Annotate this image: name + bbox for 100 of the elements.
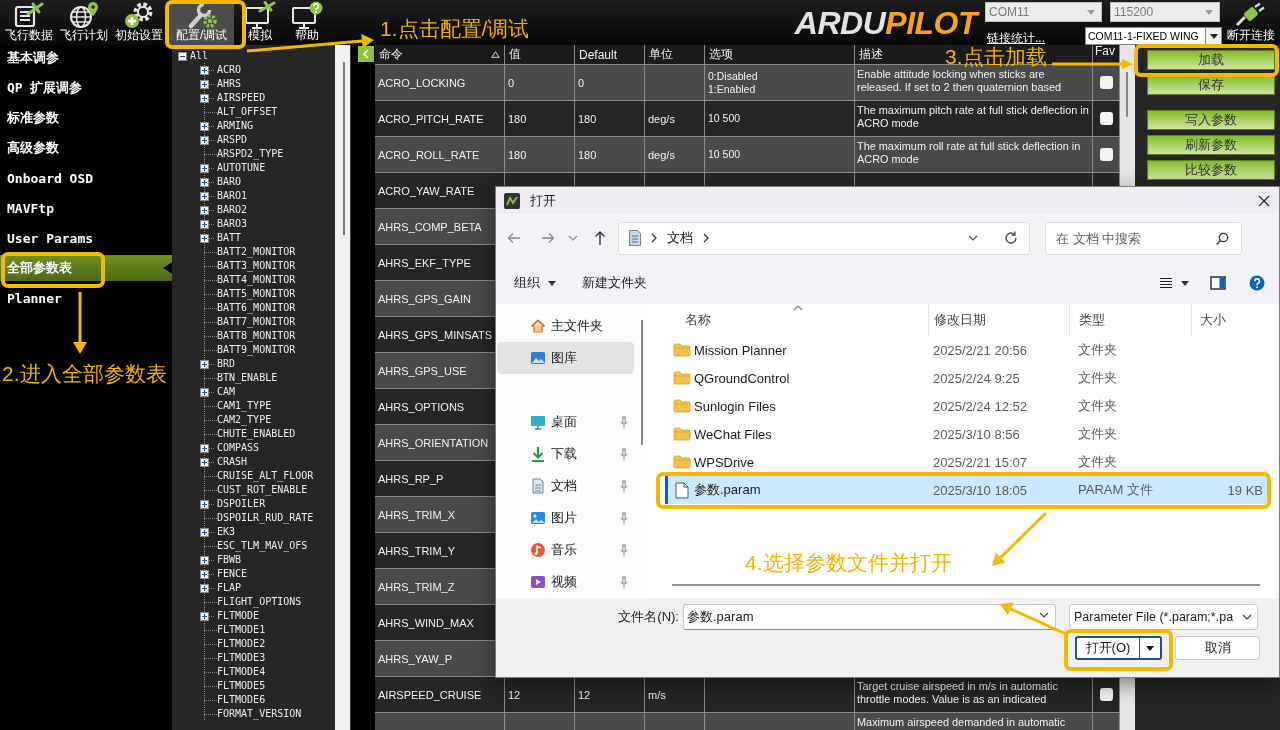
refresh-icon[interactable] — [1003, 230, 1019, 246]
preview-pane-icon[interactable] — [1210, 276, 1226, 290]
tree-item[interactable]: CRASH — [217, 455, 248, 469]
tree-item[interactable]: ACRO — [217, 63, 242, 77]
tree-item[interactable]: CAM — [217, 385, 236, 399]
nav-item[interactable]: 下载 — [497, 438, 634, 470]
action-button[interactable]: 比较参数 — [1147, 160, 1275, 180]
expand-icon[interactable] — [200, 177, 209, 187]
search-icon[interactable] — [1215, 231, 1229, 246]
tree-item[interactable]: FLIGHT_OPTIONS — [217, 595, 302, 609]
nav-item[interactable]: 图片 — [497, 502, 634, 534]
action-button[interactable]: 刷新参数 — [1147, 135, 1275, 155]
column-header[interactable]: 大小 — [1191, 304, 1268, 336]
favorite-checkbox[interactable] — [1099, 688, 1113, 701]
tree-item[interactable]: FLAP — [217, 581, 242, 595]
tree-item[interactable]: CHUTE_ENABLED — [217, 427, 296, 441]
expand-icon[interactable] — [200, 527, 209, 537]
pin-icon[interactable] — [618, 416, 630, 428]
tree-item[interactable]: BARO3 — [217, 217, 248, 231]
toolbar-button[interactable]: 飞行计划 — [59, 0, 109, 45]
link-stats-link[interactable]: 链接统计... — [985, 31, 1045, 45]
tree-item[interactable]: BATT9_MONITOR — [217, 343, 296, 357]
action-button[interactable]: 写入参数 — [1147, 110, 1275, 130]
file-type-dropdown[interactable]: Parameter File (*.param;*.pa — [1069, 604, 1258, 630]
tree-item[interactable]: BATT8_MONITOR — [217, 329, 296, 343]
tree-item[interactable]: FLTMODE4 — [217, 665, 266, 679]
tree-item[interactable]: FLTMODE — [217, 609, 260, 623]
expand-icon[interactable] — [200, 569, 209, 579]
scrollbar[interactable] — [335, 45, 350, 730]
address-bar[interactable]: 文档 — [618, 221, 1030, 255]
forward-icon[interactable] — [540, 230, 556, 246]
tree-item[interactable]: DSPOILER — [217, 497, 266, 511]
scrollbar-thumb[interactable] — [1126, 72, 1128, 117]
sidebar-item[interactable]: MAVFtp — [0, 195, 172, 221]
new-folder-button[interactable]: 新建文件夹 — [582, 274, 647, 292]
chevron-down-icon[interactable] — [968, 235, 978, 241]
breadcrumb-item[interactable]: 文档 — [667, 229, 693, 247]
open-options-button[interactable] — [1140, 636, 1162, 660]
tree-item[interactable]: ALT_OFFSET — [217, 105, 278, 119]
column-header[interactable]: 修改日期 — [928, 304, 1069, 336]
pin-icon[interactable] — [618, 448, 630, 460]
file-row[interactable]: Mission Planner 2025/2/21 20:56 文件夹 — [665, 336, 1268, 364]
organize-button[interactable]: 组织 — [514, 274, 556, 292]
nav-item[interactable]: 主文件夹 — [497, 310, 634, 342]
expand-icon[interactable] — [200, 219, 209, 229]
tree-item[interactable]: CUST_ROT_ENABLE — [217, 483, 308, 497]
sidebar-item[interactable]: 基本调参 — [0, 45, 172, 71]
disconnect-button[interactable]: 断开连接 — [1222, 0, 1280, 45]
tree-item[interactable]: CAM1_TYPE — [217, 399, 272, 413]
expand-icon[interactable] — [200, 457, 209, 467]
tree-item[interactable]: ARSPD2_TYPE — [217, 147, 284, 161]
sidebar-item[interactable]: 标准参数 — [0, 105, 172, 131]
expand-icon[interactable] — [200, 93, 209, 103]
tree-item[interactable]: BATT3_MONITOR — [217, 259, 296, 273]
nav-item[interactable]: 文档 — [497, 470, 634, 502]
port-dropdown[interactable]: COM11 — [985, 2, 1102, 22]
tree-item[interactable]: FLTMODE6 — [217, 693, 266, 707]
column-header[interactable]: 名称 — [665, 304, 928, 336]
sidebar-item[interactable]: Planner — [0, 285, 172, 311]
toolbar-button[interactable]: 模拟 — [239, 0, 282, 45]
tree-item[interactable]: EK3 — [217, 525, 236, 539]
column-header[interactable]: 命令 — [375, 45, 505, 64]
action-button[interactable]: 保存 — [1147, 75, 1275, 95]
tree-item[interactable]: ARSPD — [217, 133, 248, 147]
tree-item[interactable]: AHRS — [217, 77, 242, 91]
tree-item[interactable]: CAM2_TYPE — [217, 413, 272, 427]
up-arrow-icon[interactable] — [594, 230, 606, 246]
tree-item[interactable]: FLTMODE1 — [217, 623, 266, 637]
pin-icon[interactable] — [618, 576, 630, 588]
scrollbar-thumb[interactable] — [672, 584, 1260, 586]
expand-icon[interactable] — [200, 443, 209, 453]
help-icon[interactable] — [1249, 275, 1265, 291]
expand-icon[interactable] — [200, 65, 209, 75]
expand-icon[interactable] — [200, 205, 209, 215]
nav-item[interactable]: 图库 — [497, 342, 634, 374]
sidebar-item[interactable]: Onboard OSD — [0, 165, 172, 191]
column-header[interactable]: 值 — [505, 45, 575, 64]
tree-item[interactable]: BATT4_MONITOR — [217, 273, 296, 287]
close-icon[interactable] — [1258, 194, 1270, 207]
favorite-checkbox[interactable] — [1099, 76, 1113, 89]
column-header[interactable]: 选项 — [705, 45, 855, 64]
tree-item[interactable]: BATT — [217, 231, 242, 245]
expand-icon[interactable] — [200, 135, 209, 145]
expand-icon[interactable] — [200, 387, 209, 397]
tree-item[interactable]: FLTMODE2 — [217, 637, 266, 651]
file-row[interactable]: WPSDrive 2025/2/21 15:07 文件夹 — [665, 448, 1268, 476]
toolbar-button[interactable]: 初始设置 — [114, 0, 164, 45]
tree-item[interactable]: FLTMODE5 — [217, 679, 266, 693]
tree-item[interactable]: BATT6_MONITOR — [217, 301, 296, 315]
tree-item[interactable]: ESC_TLM_MAV_OFS — [217, 539, 308, 553]
tree-item[interactable]: FLTMODE3 — [217, 651, 266, 665]
tree-item[interactable]: BTN_ENABLE — [217, 371, 278, 385]
tree-item[interactable]: FENCE — [217, 567, 248, 581]
pin-icon[interactable] — [618, 480, 630, 492]
tree-item[interactable]: CRUISE_ALT_FLOOR — [217, 469, 314, 483]
sidebar-item[interactable]: QP 扩展调参 — [0, 75, 172, 101]
column-header[interactable]: 单位 — [645, 45, 705, 64]
expand-icon[interactable] — [200, 499, 209, 509]
tree-item[interactable]: BATT2_MONITOR — [217, 245, 296, 259]
tree-item[interactable]: ARMING — [217, 119, 254, 133]
